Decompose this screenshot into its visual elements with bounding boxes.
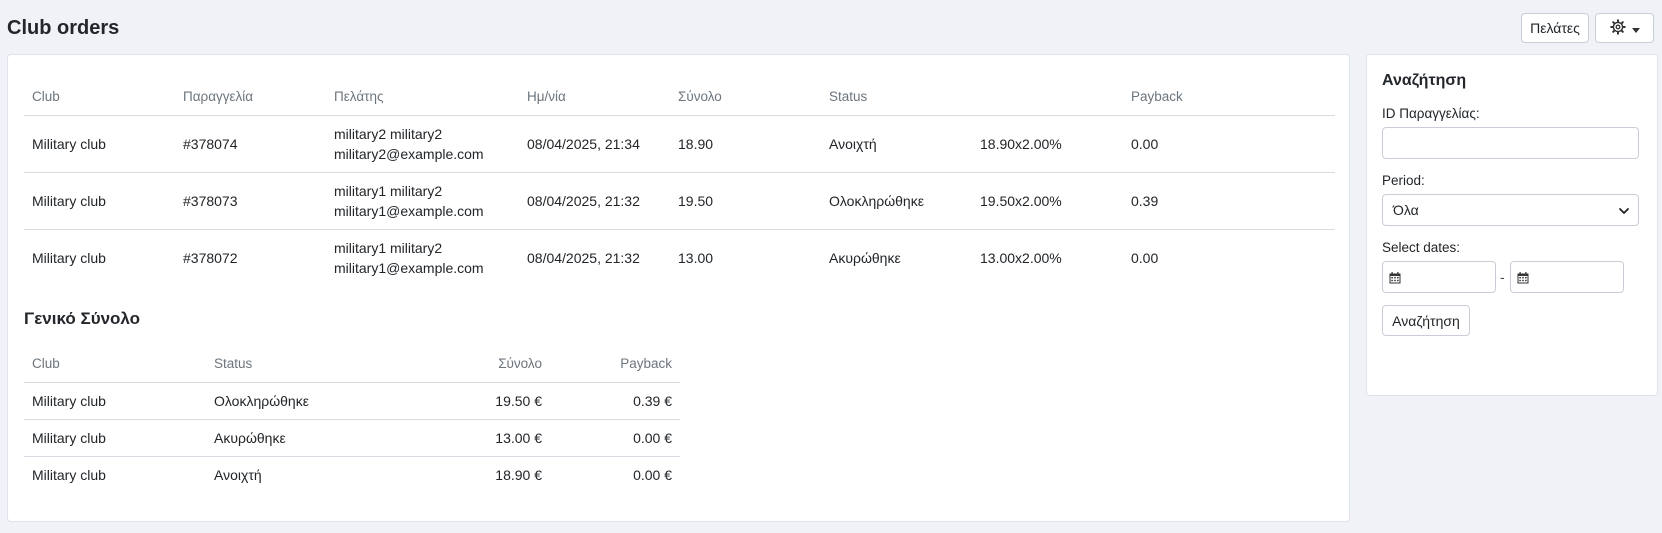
- date-from-input[interactable]: [1382, 261, 1496, 293]
- payback-cell: 0.00: [1131, 250, 1159, 266]
- payback-cell: 0.00 €: [633, 467, 672, 483]
- status-cell: Ολοκληρώθηκε: [206, 382, 426, 420]
- calendar-icon: [1517, 271, 1529, 289]
- total-cell: 19.50 €: [426, 382, 550, 420]
- totals-title: Γενικό Σύνολο: [24, 309, 141, 328]
- gear-icon: [1609, 18, 1626, 38]
- date-cell: 08/04/2025, 21:34: [519, 115, 670, 173]
- total-cell: 18.90 €: [495, 467, 542, 483]
- club-cell: Military club: [32, 467, 106, 483]
- date-separator: -: [1500, 269, 1505, 285]
- header-actions: Πελάτες: [1521, 13, 1654, 43]
- payback-cell: 0.39 €: [550, 382, 680, 420]
- customer-name: military1 military2: [334, 183, 443, 199]
- total-cell: 13.00: [678, 250, 714, 266]
- column-header: Payback: [1123, 77, 1335, 116]
- column-header: [972, 77, 1123, 116]
- chevron-down-icon: [1618, 204, 1630, 222]
- customer-email: military1@example.com: [334, 260, 484, 276]
- total-cell: 13.00 €: [426, 419, 550, 457]
- club-cell: Military club: [32, 250, 106, 266]
- order-cell: #378073: [175, 172, 326, 230]
- orders-table: Club Παραγγελία Πελάτης Ημ/νία Σύνολο St…: [24, 77, 1335, 286]
- calc-cell: 19.50x2.00%: [972, 172, 1123, 230]
- table-row[interactable]: Military club #378073 military1 military…: [24, 172, 1335, 230]
- orders-header-row: Club Παραγγελία Πελάτης Ημ/νία Σύνολο St…: [24, 77, 1335, 116]
- club-cell: Military club: [24, 382, 206, 420]
- status-cell: Ανοιχτή: [214, 467, 262, 483]
- date-to-input[interactable]: [1510, 261, 1624, 293]
- customers-button[interactable]: Πελάτες: [1521, 13, 1589, 43]
- column-header: Status: [821, 77, 972, 116]
- customer-email: military2@example.com: [334, 146, 484, 162]
- caret-down-icon: [1631, 20, 1640, 36]
- table-row: Military club Ολοκληρώθηκε 19.50 € 0.39 …: [24, 382, 680, 420]
- column-header: Payback: [550, 344, 680, 383]
- calendar-icon: [1389, 271, 1401, 289]
- column-header: Παραγγελία: [175, 77, 326, 116]
- table-row: Military club Ακυρώθηκε 13.00 € 0.00 €: [24, 419, 680, 457]
- period-label: Period:: [1382, 173, 1425, 188]
- customer-name: military1 military2: [334, 240, 443, 256]
- column-header: Σύνολο: [670, 77, 821, 116]
- payback-cell: 0.00 €: [550, 419, 680, 457]
- club-cell: Military club: [24, 419, 206, 457]
- dates-label: Select dates:: [1382, 240, 1461, 255]
- status-cell: Ολοκληρώθηκε: [821, 172, 972, 230]
- customer-cell: military1 military2 military1@example.co…: [326, 230, 519, 287]
- order-cell: #378074: [175, 115, 326, 173]
- payback-cell: 0.00: [1123, 115, 1335, 173]
- calc-cell: 18.90x2.00%: [972, 115, 1123, 173]
- period-select[interactable]: Όλα: [1382, 194, 1639, 226]
- club-cell: Military club: [24, 115, 175, 173]
- customer-cell: military1 military2 military1@example.co…: [326, 172, 519, 230]
- column-header: Status: [206, 344, 426, 383]
- column-header: Club: [24, 344, 206, 383]
- totals-table: Club Status Σύνολο Payback Military club…: [24, 344, 680, 493]
- customer-email: military1@example.com: [334, 203, 484, 219]
- club-cell: Military club: [24, 172, 175, 230]
- column-header: Ημ/νία: [519, 77, 670, 116]
- customer-name: military2 military2: [334, 126, 443, 142]
- orders-card: Club Παραγγελία Πελάτης Ημ/νία Σύνολο St…: [7, 54, 1350, 522]
- column-header: Πελάτης: [326, 77, 519, 116]
- order-id-label: ID Παραγγελίας:: [1382, 106, 1480, 121]
- table-row[interactable]: Military club #378072 military1 military…: [24, 230, 1335, 287]
- order-id-input[interactable]: [1382, 127, 1639, 159]
- date-cell: 08/04/2025, 21:32: [527, 250, 640, 266]
- status-cell: Ακυρώθηκε: [206, 419, 426, 457]
- column-header: Club: [24, 77, 175, 116]
- search-button[interactable]: Αναζήτηση: [1382, 305, 1470, 336]
- search-panel-title: Αναζήτηση: [1382, 72, 1467, 89]
- table-row[interactable]: Military club #378074 military2 military…: [24, 115, 1335, 173]
- column-header: Σύνολο: [426, 344, 550, 383]
- status-cell: Ανοιχτή: [821, 115, 972, 173]
- totals-header-row: Club Status Σύνολο Payback: [24, 344, 680, 383]
- total-cell: 19.50: [670, 172, 821, 230]
- settings-dropdown-button[interactable]: [1595, 13, 1654, 43]
- customer-cell: military2 military2 military2@example.co…: [326, 115, 519, 173]
- search-panel: Αναζήτηση ID Παραγγελίας: Period: Όλα Se…: [1366, 54, 1658, 396]
- status-cell: Ακυρώθηκε: [829, 250, 901, 266]
- date-cell: 08/04/2025, 21:32: [519, 172, 670, 230]
- page-title: Club orders: [7, 17, 120, 39]
- order-cell: #378072: [183, 250, 238, 266]
- total-cell: 18.90: [670, 115, 821, 173]
- payback-cell: 0.39: [1123, 172, 1335, 230]
- period-selected-value: Όλα: [1393, 202, 1419, 218]
- calc-cell: 13.00x2.00%: [980, 250, 1062, 266]
- table-row: Military club Ανοιχτή 18.90 € 0.00 €: [24, 457, 680, 494]
